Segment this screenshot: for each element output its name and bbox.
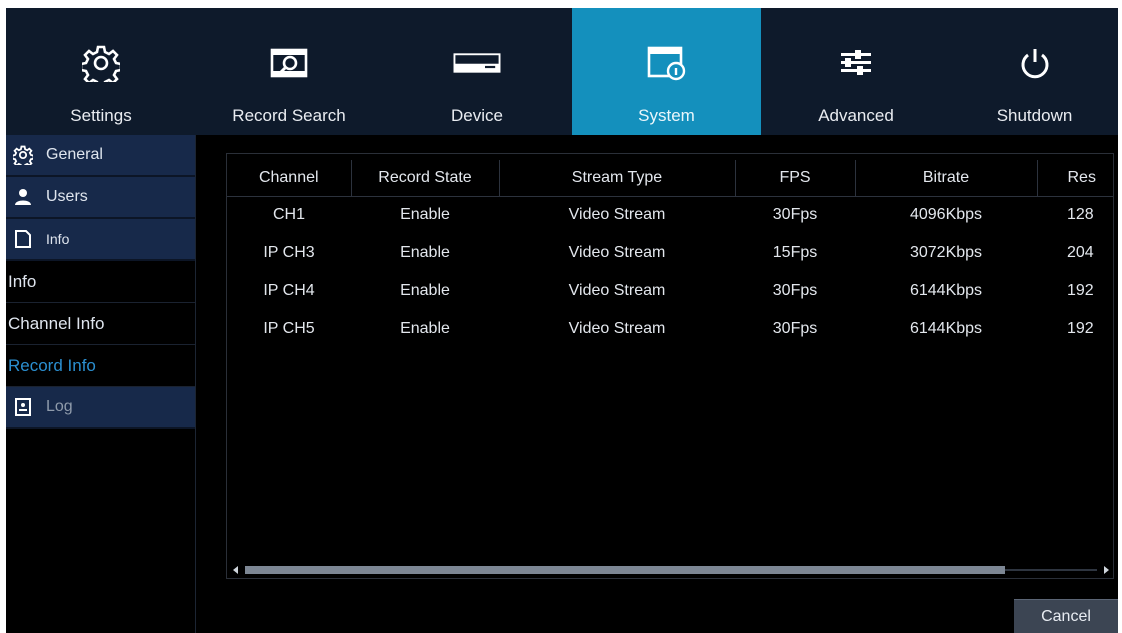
- column-header-bitrate[interactable]: Bitrate: [855, 160, 1038, 197]
- sidebar-item-label: Info: [46, 231, 70, 247]
- cell-fps: 30Fps: [772, 282, 818, 299]
- column-header-stream-type[interactable]: Stream Type: [499, 160, 736, 197]
- cell-bitrate: 6144Kbps: [909, 282, 983, 299]
- column-header-record-state[interactable]: Record State: [351, 160, 500, 197]
- scroll-right-arrow-icon[interactable]: [1104, 566, 1109, 574]
- top-nav: Settings Record Search Device System Adv…: [6, 8, 1118, 135]
- cell-resolution: 192: [1067, 282, 1094, 299]
- nav-settings[interactable]: Settings: [6, 8, 196, 135]
- sidebar-item-info[interactable]: Info: [6, 219, 195, 261]
- dvr-screen: Settings Record Search Device System Adv…: [6, 8, 1118, 633]
- nav-advanced[interactable]: Advanced: [761, 8, 951, 135]
- nav-record-search[interactable]: Record Search: [196, 8, 382, 135]
- horizontal-scrollbar[interactable]: [233, 566, 1109, 574]
- nav-label: Device: [451, 106, 503, 125]
- cell-fps: 30Fps: [772, 320, 818, 337]
- table-row[interactable]: IP CH5 Enable Video Stream 30Fps 6144Kbp…: [227, 310, 1113, 348]
- log-icon: [12, 396, 34, 418]
- cell-channel: IP CH4: [263, 282, 315, 299]
- hard-drive-icon: [453, 46, 501, 80]
- record-info-table: Channel Record State Stream Type FPS Bit…: [227, 160, 1113, 348]
- document-icon: [12, 228, 34, 250]
- column-header-resolution[interactable]: Res: [1037, 160, 1113, 197]
- cell-resolution: 128: [1067, 206, 1094, 224]
- nav-label: System: [638, 106, 695, 125]
- cell-bitrate: 3072Kbps: [909, 244, 983, 261]
- cell-fps: 30Fps: [772, 206, 818, 224]
- cell-channel: CH1: [272, 206, 305, 224]
- cell-record-state: Enable: [400, 244, 450, 261]
- cancel-button[interactable]: Cancel: [1014, 599, 1118, 633]
- sidebar-sub-channel-info[interactable]: Channel Info: [6, 303, 195, 345]
- record-info-panel: Channel Record State Stream Type FPS Bit…: [226, 153, 1114, 579]
- sidebar: General Users Info Info Channel Info Rec…: [6, 135, 196, 633]
- cell-channel: IP CH3: [263, 244, 315, 261]
- table-row[interactable]: CH1 Enable Video Stream 30Fps 4096Kbps 1…: [227, 196, 1113, 234]
- sidebar-item-users[interactable]: Users: [6, 177, 195, 219]
- nav-shutdown[interactable]: Shutdown: [951, 8, 1118, 135]
- nav-label: Settings: [70, 106, 132, 125]
- sidebar-item-label: General: [46, 146, 103, 163]
- sliders-icon: [832, 46, 880, 80]
- cell-resolution: 204: [1067, 244, 1094, 261]
- cell-record-state: Enable: [400, 206, 450, 224]
- nav-system[interactable]: System: [572, 8, 761, 135]
- cell-stream-type: Video Stream: [568, 282, 666, 299]
- cell-resolution: 192: [1067, 320, 1094, 337]
- cell-fps: 15Fps: [772, 244, 818, 261]
- column-header-fps[interactable]: FPS: [735, 160, 856, 197]
- gear-icon: [77, 45, 125, 82]
- table-row[interactable]: IP CH4 Enable Video Stream 30Fps 6144Kbp…: [227, 272, 1113, 310]
- sidebar-item-label: Log: [46, 398, 73, 415]
- nav-device[interactable]: Device: [382, 8, 572, 135]
- table-row[interactable]: IP CH3 Enable Video Stream 15Fps 3072Kbp…: [227, 234, 1113, 272]
- power-icon: [1011, 46, 1059, 80]
- nav-label: Record Search: [232, 106, 346, 125]
- record-search-icon: [265, 46, 313, 80]
- table-header-row: Channel Record State Stream Type FPS Bit…: [227, 160, 1113, 197]
- nav-label: Shutdown: [996, 106, 1073, 125]
- sidebar-sub-record-info[interactable]: Record Info: [6, 345, 195, 387]
- scrollbar-thumb[interactable]: [245, 566, 1005, 574]
- column-header-channel[interactable]: Channel: [227, 160, 352, 197]
- cell-bitrate: 4096Kbps: [909, 206, 983, 224]
- gear-icon: [12, 144, 34, 166]
- cell-bitrate: 6144Kbps: [909, 320, 983, 337]
- sidebar-sub-info[interactable]: Info: [6, 261, 195, 303]
- cell-stream-type: Video Stream: [568, 244, 666, 261]
- cell-stream-type: Video Stream: [568, 206, 666, 224]
- nav-label: Advanced: [818, 106, 894, 125]
- sidebar-item-label: Users: [46, 188, 88, 205]
- system-info-icon: [643, 46, 691, 81]
- user-icon: [12, 186, 34, 208]
- sidebar-item-general[interactable]: General: [6, 135, 195, 177]
- cell-channel: IP CH5: [263, 320, 315, 337]
- scroll-left-arrow-icon[interactable]: [233, 566, 238, 574]
- cell-stream-type: Video Stream: [568, 320, 666, 337]
- cell-record-state: Enable: [400, 320, 450, 337]
- sidebar-item-log[interactable]: Log: [6, 387, 195, 429]
- cell-record-state: Enable: [400, 282, 450, 299]
